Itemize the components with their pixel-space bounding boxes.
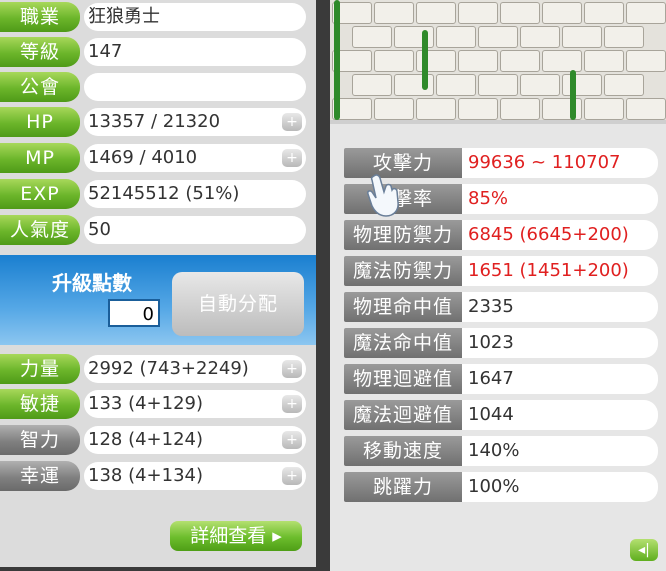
mp-label: MP xyxy=(0,143,80,173)
ability-points-box: 升級點數 0 自動分配 xyxy=(0,255,316,345)
magic-acc-label: 魔法命中值 xyxy=(344,328,462,358)
speed-value: 140% xyxy=(462,436,658,466)
ability-points-value: 0 xyxy=(108,299,160,327)
level-label: 等級 xyxy=(0,37,80,67)
phys-avoid-row: 物理迴避值 1647 xyxy=(344,364,660,394)
int-row: 智力 128 (4+124) + xyxy=(0,425,310,455)
game-background-wall xyxy=(330,0,666,120)
jump-label: 跳躍力 xyxy=(344,472,462,502)
exp-value: 52145512 (51%) xyxy=(84,180,306,208)
mp-value: 1469 / 4010 xyxy=(84,144,306,172)
hand-cursor-icon xyxy=(367,174,399,217)
character-info-panel: 職業 狂狼勇士 等級 147 公會 HP 13357 / 21320 + MP … xyxy=(0,0,316,567)
hp-plus-button[interactable]: + xyxy=(282,113,302,131)
auto-assign-button[interactable]: 自動分配 xyxy=(172,272,304,336)
attack-label: 攻擊力 xyxy=(344,148,462,178)
level-row: 等級 147 xyxy=(0,37,310,67)
phys-def-label: 物理防禦力 xyxy=(344,220,462,250)
mp-row: MP 1469 / 4010 + xyxy=(0,143,310,173)
detail-view-button[interactable]: 詳細查看 ▸ xyxy=(170,521,302,551)
collapse-back-button[interactable]: ◂| xyxy=(630,539,658,561)
attack-value: 99636 ~ 110707 xyxy=(462,148,658,178)
level-value: 147 xyxy=(84,38,306,66)
phys-def-value: 6845 (6645+200) xyxy=(462,220,658,250)
dex-label: 敏捷 xyxy=(0,389,80,419)
phys-acc-value: 2335 xyxy=(462,292,658,322)
magic-avoid-row: 魔法迴避值 1044 xyxy=(344,400,660,430)
phys-acc-row: 物理命中值 2335 xyxy=(344,292,660,322)
str-value: 2992 (743+2249) xyxy=(84,355,306,383)
luk-label: 幸運 xyxy=(0,461,80,491)
job-value: 狂狼勇士 xyxy=(84,3,306,31)
speed-label: 移動速度 xyxy=(344,436,462,466)
guild-label: 公會 xyxy=(0,72,80,102)
luk-value: 138 (4+134) xyxy=(84,462,306,490)
magic-acc-row: 魔法命中值 1023 xyxy=(344,328,660,358)
hp-label: HP xyxy=(0,107,80,137)
magic-acc-value: 1023 xyxy=(462,328,658,358)
exp-row: EXP 52145512 (51%) xyxy=(0,179,310,209)
crit-rate-label: 爆擊率 xyxy=(344,184,462,214)
hp-row: HP 13357 / 21320 + xyxy=(0,107,310,137)
luk-plus-button[interactable]: + xyxy=(282,467,302,485)
dex-plus-button[interactable]: + xyxy=(282,395,302,413)
magic-def-label: 魔法防禦力 xyxy=(344,256,462,286)
phys-acc-label: 物理命中值 xyxy=(344,292,462,322)
job-row: 職業 狂狼勇士 xyxy=(0,2,310,32)
dex-row: 敏捷 133 (4+129) + xyxy=(0,389,310,419)
magic-avoid-label: 魔法迴避值 xyxy=(344,400,462,430)
phys-avoid-label: 物理迴避值 xyxy=(344,364,462,394)
fame-label: 人氣度 xyxy=(0,215,80,245)
phys-avoid-value: 1647 xyxy=(462,364,658,394)
crit-rate-value: 85% xyxy=(462,184,658,214)
jump-row: 跳躍力 100% xyxy=(344,472,660,502)
guild-row: 公會 xyxy=(0,72,310,102)
mp-plus-button[interactable]: + xyxy=(282,149,302,167)
magic-avoid-value: 1044 xyxy=(462,400,658,430)
dex-value: 133 (4+129) xyxy=(84,390,306,418)
int-plus-button[interactable]: + xyxy=(282,431,302,449)
job-label: 職業 xyxy=(0,2,80,32)
phys-def-row: 物理防禦力 6845 (6645+200) xyxy=(344,220,660,250)
fame-row: 人氣度 50 xyxy=(0,215,310,245)
magic-def-value: 1651 (1451+200) xyxy=(462,256,658,286)
magic-def-row: 魔法防禦力 1651 (1451+200) xyxy=(344,256,660,286)
guild-value xyxy=(84,73,306,101)
exp-label: EXP xyxy=(0,179,80,209)
ability-points-label: 升級點數 xyxy=(52,271,132,295)
fame-value: 50 xyxy=(84,216,306,244)
int-value: 128 (4+124) xyxy=(84,426,306,454)
jump-value: 100% xyxy=(462,472,658,502)
str-label: 力量 xyxy=(0,354,80,384)
int-label: 智力 xyxy=(0,425,80,455)
hp-value: 13357 / 21320 xyxy=(84,108,306,136)
str-row: 力量 2992 (743+2249) + xyxy=(0,354,310,384)
str-plus-button[interactable]: + xyxy=(282,360,302,378)
luk-row: 幸運 138 (4+134) + xyxy=(0,461,310,491)
speed-row: 移動速度 140% xyxy=(344,436,660,466)
